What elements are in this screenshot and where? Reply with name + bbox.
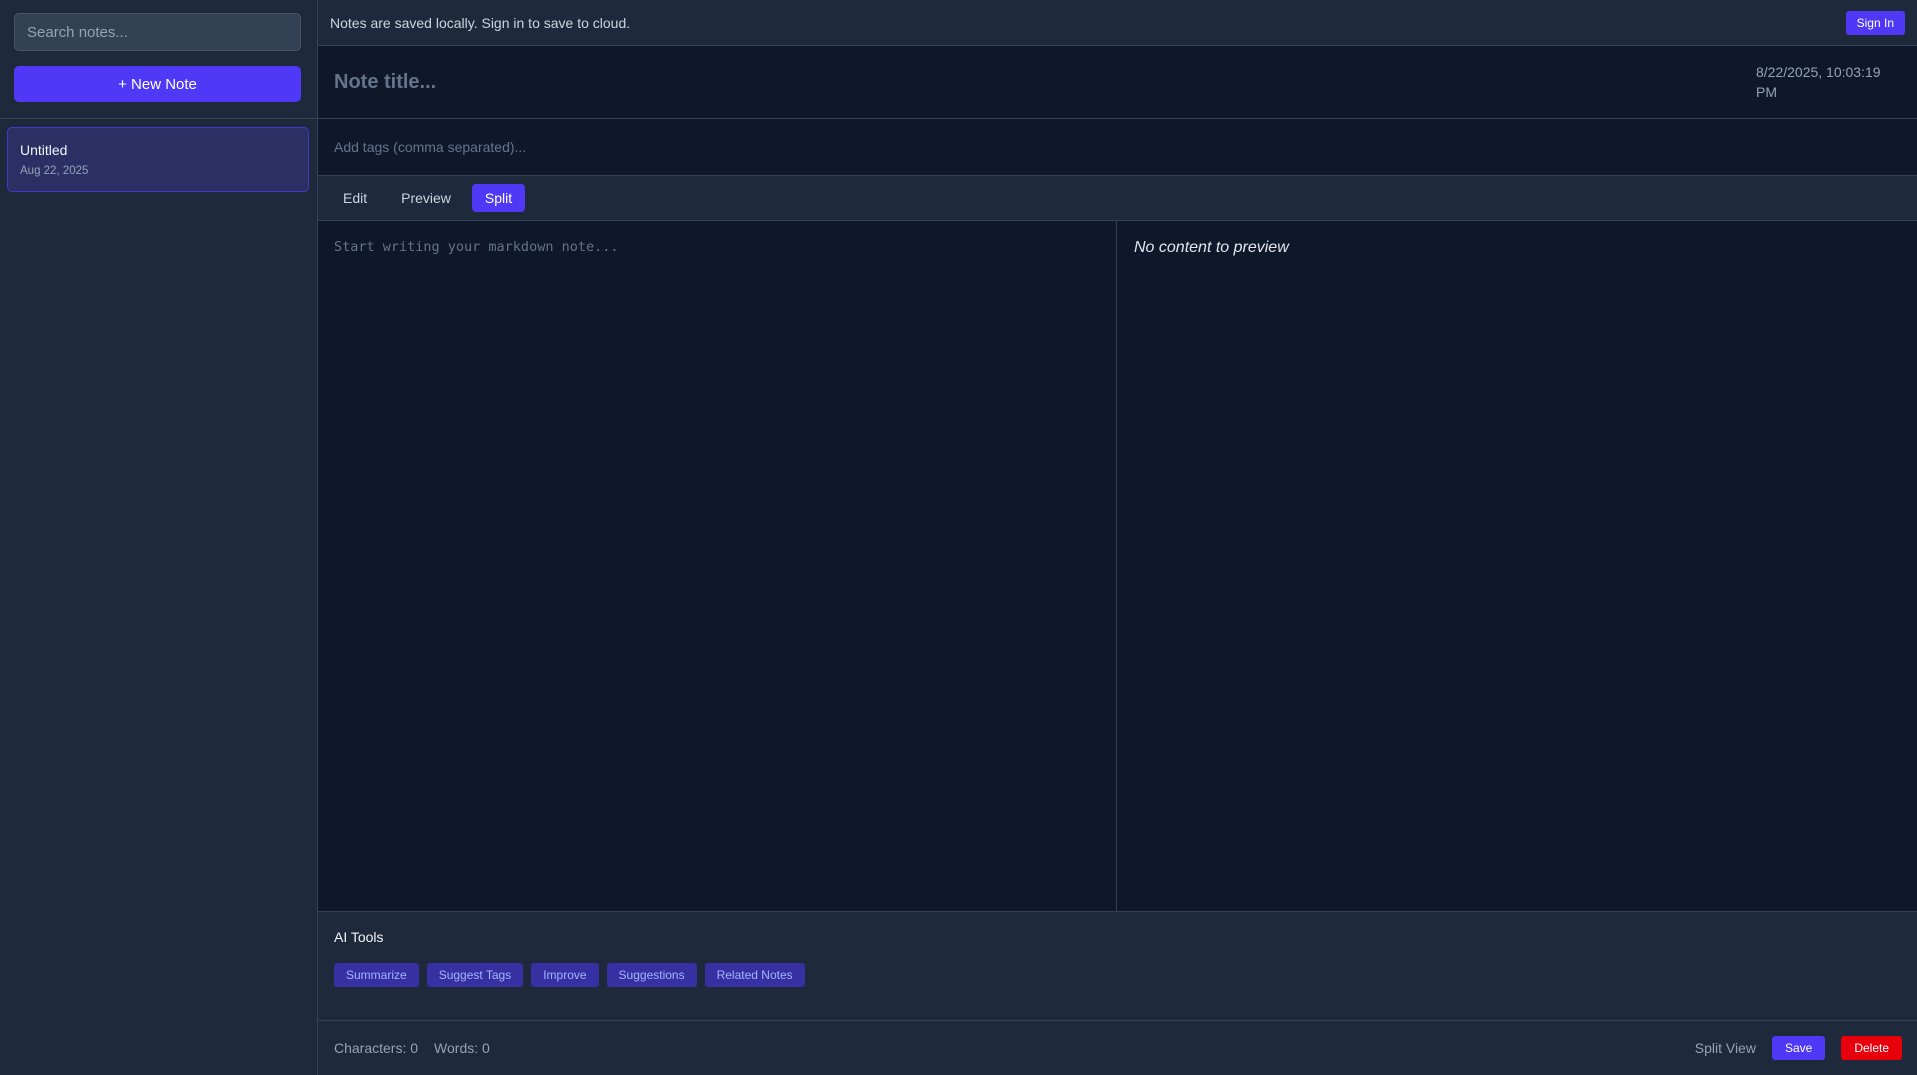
improve-button[interactable]: Improve — [531, 963, 599, 987]
summarize-button[interactable]: Summarize — [334, 963, 419, 987]
view-mode-label: Split View — [1694, 1040, 1756, 1056]
note-title-row: 8/22/2025, 10:03:19 PM — [318, 46, 1917, 119]
sync-message: Notes are saved locally. Sign in to save… — [330, 14, 631, 31]
note-item-date: Aug 22, 2025 — [20, 165, 89, 177]
note-title-input[interactable] — [334, 70, 1334, 94]
markdown-editor[interactable] — [334, 237, 1100, 895]
ai-tools-panel: AI Tools Summarize Suggest Tags Improve … — [318, 911, 1917, 1021]
status-bar: Characters: 0 Words: 0 Split View Save D… — [318, 1021, 1917, 1075]
view-mode-tabs: Edit Preview Split — [318, 176, 1917, 221]
status-actions: Split View Save Delete — [1695, 1036, 1902, 1060]
editor-pane — [318, 221, 1117, 911]
sidebar: + New Note Untitled Aug 22, 2025 — [0, 0, 318, 1075]
preview-empty-message: No content to preview — [1134, 239, 1289, 256]
sign-in-button[interactable]: Sign In — [1845, 10, 1905, 35]
search-input[interactable] — [14, 13, 301, 51]
cloud-sync-banner: Notes are saved locally. Sign in to save… — [318, 0, 1917, 46]
new-note-button[interactable]: + New Note — [14, 66, 301, 102]
tags-input[interactable] — [334, 139, 1334, 155]
app-root: + New Note Untitled Aug 22, 2025 Notes a… — [0, 0, 1917, 1075]
suggest-tags-button[interactable]: Suggest Tags — [426, 963, 524, 987]
tab-split[interactable]: Split — [471, 184, 526, 212]
note-stats: Characters: 0 Words: 0 — [334, 1040, 490, 1056]
related-notes-button[interactable]: Related Notes — [704, 963, 805, 987]
tags-row — [318, 119, 1917, 176]
save-button[interactable]: Save — [1771, 1036, 1826, 1060]
note-list: Untitled Aug 22, 2025 — [0, 119, 317, 200]
note-item-title: Untitled — [20, 142, 68, 158]
preview-pane: No content to preview — [1117, 221, 1917, 911]
ai-tools-title: AI Tools — [334, 929, 384, 945]
tab-preview[interactable]: Preview — [388, 184, 464, 212]
main-panel: Notes are saved locally. Sign in to save… — [318, 0, 1917, 1075]
editor-area: No content to preview — [318, 221, 1917, 911]
note-timestamp: 8/22/2025, 10:03:19 PM — [1756, 64, 1881, 100]
word-count: Words: 0 — [434, 1040, 490, 1056]
character-count: Characters: 0 — [334, 1040, 419, 1056]
tab-edit[interactable]: Edit — [330, 184, 380, 212]
note-list-item[interactable]: Untitled Aug 22, 2025 — [7, 127, 309, 192]
delete-button[interactable]: Delete — [1841, 1036, 1902, 1060]
sidebar-header: + New Note — [0, 0, 317, 119]
suggestions-button[interactable]: Suggestions — [606, 963, 697, 987]
ai-tools-buttons: Summarize Suggest Tags Improve Suggestio… — [334, 963, 1901, 987]
